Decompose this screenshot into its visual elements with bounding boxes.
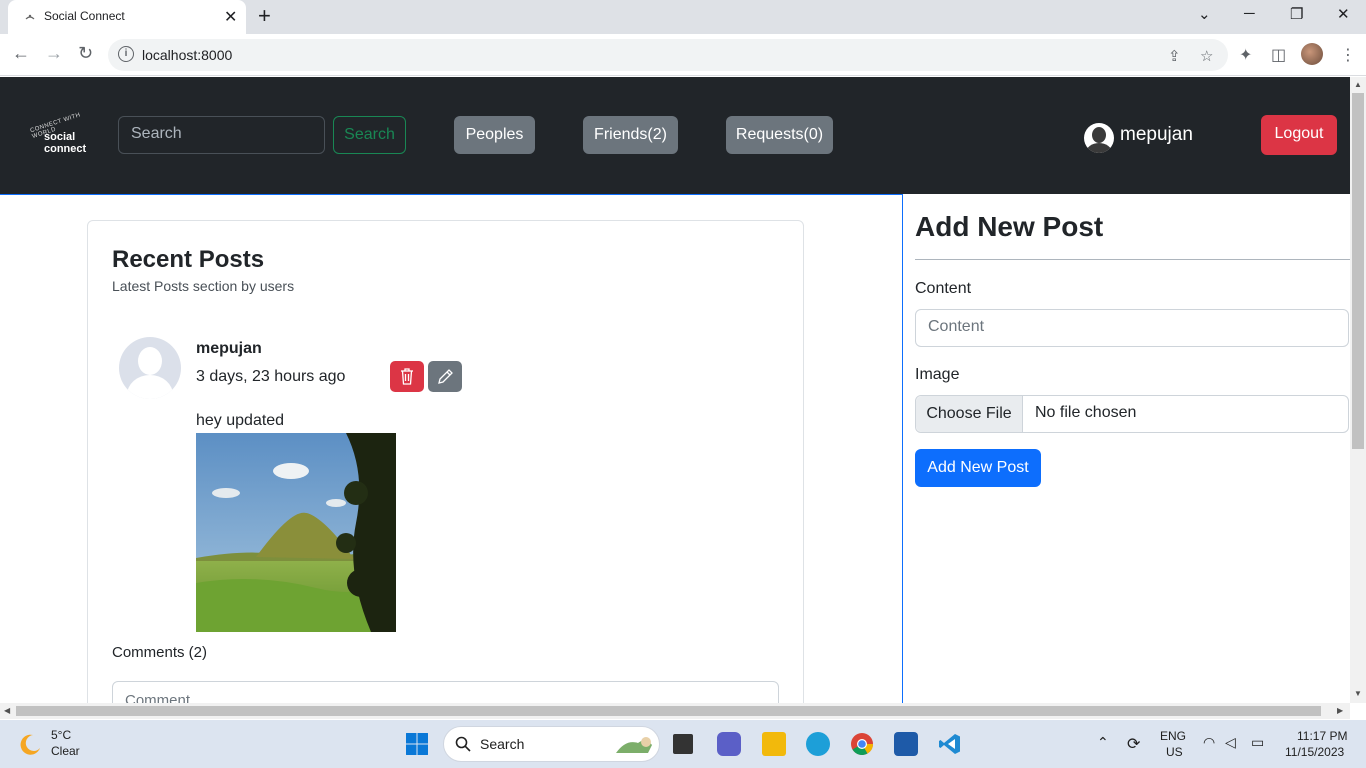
moon-weather-icon[interactable] xyxy=(18,732,42,756)
weather-temperature[interactable]: 5°C xyxy=(51,728,71,742)
post-author[interactable]: mepujan xyxy=(196,340,262,358)
forward-icon[interactable]: → xyxy=(45,43,63,64)
web-page: CONNECT WITH WORLD social connect Search… xyxy=(0,77,1350,703)
profile-avatar[interactable] xyxy=(1301,43,1323,65)
post-timestamp: 3 days, 23 hours ago xyxy=(196,368,346,385)
scroll-right-icon[interactable]: ▶ xyxy=(1337,706,1343,715)
sync-icon[interactable]: ⟳ xyxy=(1127,734,1140,754)
add-new-post-button[interactable]: Add New Post xyxy=(915,449,1041,487)
site-navbar: CONNECT WITH WORLD social connect Search… xyxy=(0,77,1350,194)
add-post-title: Add New Post xyxy=(915,211,1104,242)
tab-title: Social Connect xyxy=(44,9,125,23)
browser-menu-icon[interactable]: ⋮ xyxy=(1340,45,1356,65)
teams-chat-icon[interactable] xyxy=(717,732,741,756)
friends-button[interactable]: Friends(2) xyxy=(583,116,678,154)
url-text[interactable]: localhost:8000 xyxy=(142,47,232,63)
side-panel-icon[interactable]: ◫ xyxy=(1271,45,1286,65)
trash-icon xyxy=(401,368,413,385)
vscode-icon[interactable] xyxy=(938,732,962,756)
content-label: Content xyxy=(915,280,972,297)
bookmark-star-icon[interactable]: ☆ xyxy=(1200,47,1213,65)
user-avatar-icon[interactable] xyxy=(1084,123,1114,153)
tab-close-icon[interactable]: ✕ xyxy=(224,7,237,27)
comments-count[interactable]: Comments (2) xyxy=(112,644,207,661)
recent-posts-card: Recent Posts Latest Posts section by use… xyxy=(87,220,804,703)
clock-time[interactable]: 11:17 PM xyxy=(1297,729,1347,743)
site-info-icon[interactable]: i xyxy=(118,46,134,62)
scroll-down-icon[interactable]: ▼ xyxy=(1354,689,1362,698)
volume-icon[interactable]: ◁ xyxy=(1225,734,1236,751)
post-content: hey updated xyxy=(196,412,285,429)
recent-posts-title: Recent Posts xyxy=(112,246,265,273)
site-favicon-icon xyxy=(25,14,35,20)
address-bar[interactable]: i localhost:8000 ⇪ ☆ xyxy=(108,39,1228,71)
comment-input[interactable]: Comment xyxy=(112,681,779,703)
search-button[interactable]: Search xyxy=(333,116,406,154)
microsoft-store-icon[interactable] xyxy=(894,732,918,756)
show-hidden-icons-icon[interactable]: ⌃ xyxy=(1097,734,1109,751)
edit-post-button[interactable] xyxy=(428,361,462,392)
vertical-scrollbar[interactable]: ▲ ▼ xyxy=(1350,77,1366,703)
social-connect-logo[interactable]: CONNECT WITH WORLD social connect xyxy=(28,112,90,161)
chrome-icon[interactable] xyxy=(850,732,874,756)
search-input[interactable]: Search xyxy=(118,116,325,154)
delete-post-button[interactable] xyxy=(390,361,424,392)
post-author-avatar xyxy=(119,337,181,399)
taskbar-search-box[interactable]: Search xyxy=(443,726,660,762)
taskbar-search-label: Search xyxy=(480,736,525,752)
weather-condition[interactable]: Clear xyxy=(51,744,80,758)
browser-tab[interactable]: Social Connect ✕ xyxy=(8,0,246,34)
windows-start-icon[interactable] xyxy=(405,732,429,756)
browser-tab-strip: Social Connect ✕ + ⌄ ─ ❐ ✕ xyxy=(0,0,1366,34)
posts-column: Recent Posts Latest Posts section by use… xyxy=(0,194,903,703)
browser-toolbar: ← → ↻ i localhost:8000 ⇪ ☆ ✦ ◫ ⋮ xyxy=(0,34,1366,76)
file-status: No file chosen xyxy=(1035,404,1137,421)
add-post-panel: Add New Post Content Content Image Choos… xyxy=(903,194,1350,703)
recent-posts-subtitle: Latest Posts section by users xyxy=(112,278,295,294)
logout-button[interactable]: Logout xyxy=(1261,115,1337,155)
language-indicator-2[interactable]: US xyxy=(1166,745,1183,759)
windows-taskbar: 5°C Clear Search ⌃ ⟳ ENG US ◠ ◁ ▭ 11:17 … xyxy=(0,720,1366,768)
battery-icon[interactable]: ▭ xyxy=(1251,734,1264,751)
logo-line-1: social xyxy=(44,131,76,143)
extensions-icon[interactable]: ✦ xyxy=(1239,45,1252,65)
share-icon[interactable]: ⇪ xyxy=(1168,47,1181,65)
scroll-left-icon[interactable]: ◀ xyxy=(4,706,10,715)
window-close-icon[interactable]: ✕ xyxy=(1337,5,1350,23)
scroll-up-icon[interactable]: ▲ xyxy=(1354,80,1362,89)
new-tab-icon[interactable]: + xyxy=(258,3,271,29)
post-image xyxy=(196,433,396,632)
minimize-icon[interactable]: ─ xyxy=(1244,5,1255,22)
language-indicator-1[interactable]: ENG xyxy=(1160,729,1186,743)
search-icon xyxy=(455,736,471,752)
task-view-icon[interactable] xyxy=(673,734,693,754)
pencil-icon xyxy=(438,369,453,384)
peoples-button[interactable]: Peoples xyxy=(454,116,535,154)
file-explorer-icon[interactable] xyxy=(762,732,786,756)
logo-line-2: connect xyxy=(44,143,87,155)
back-icon[interactable]: ← xyxy=(12,43,30,64)
clock-date[interactable]: 11/15/2023 xyxy=(1285,745,1344,759)
tab-search-chevron-icon[interactable]: ⌄ xyxy=(1198,5,1211,23)
current-username[interactable]: mepujan xyxy=(1120,124,1193,146)
edge-browser-icon[interactable] xyxy=(806,732,830,756)
requests-button[interactable]: Requests(0) xyxy=(726,116,833,154)
image-label: Image xyxy=(915,366,960,383)
horizontal-scroll-thumb[interactable] xyxy=(16,706,1321,716)
image-file-input[interactable]: Choose File No file chosen xyxy=(915,395,1349,433)
divider xyxy=(915,259,1350,260)
choose-file-button[interactable]: Choose File xyxy=(916,396,1023,432)
wifi-icon[interactable]: ◠ xyxy=(1203,734,1215,751)
vertical-scroll-thumb[interactable] xyxy=(1352,93,1364,449)
search-highlight-icon xyxy=(616,737,652,753)
content-input[interactable]: Content xyxy=(915,309,1349,347)
horizontal-scrollbar[interactable]: ◀ ▶ xyxy=(0,703,1350,719)
reload-icon[interactable]: ↻ xyxy=(78,43,93,64)
maximize-icon[interactable]: ❐ xyxy=(1290,5,1303,23)
